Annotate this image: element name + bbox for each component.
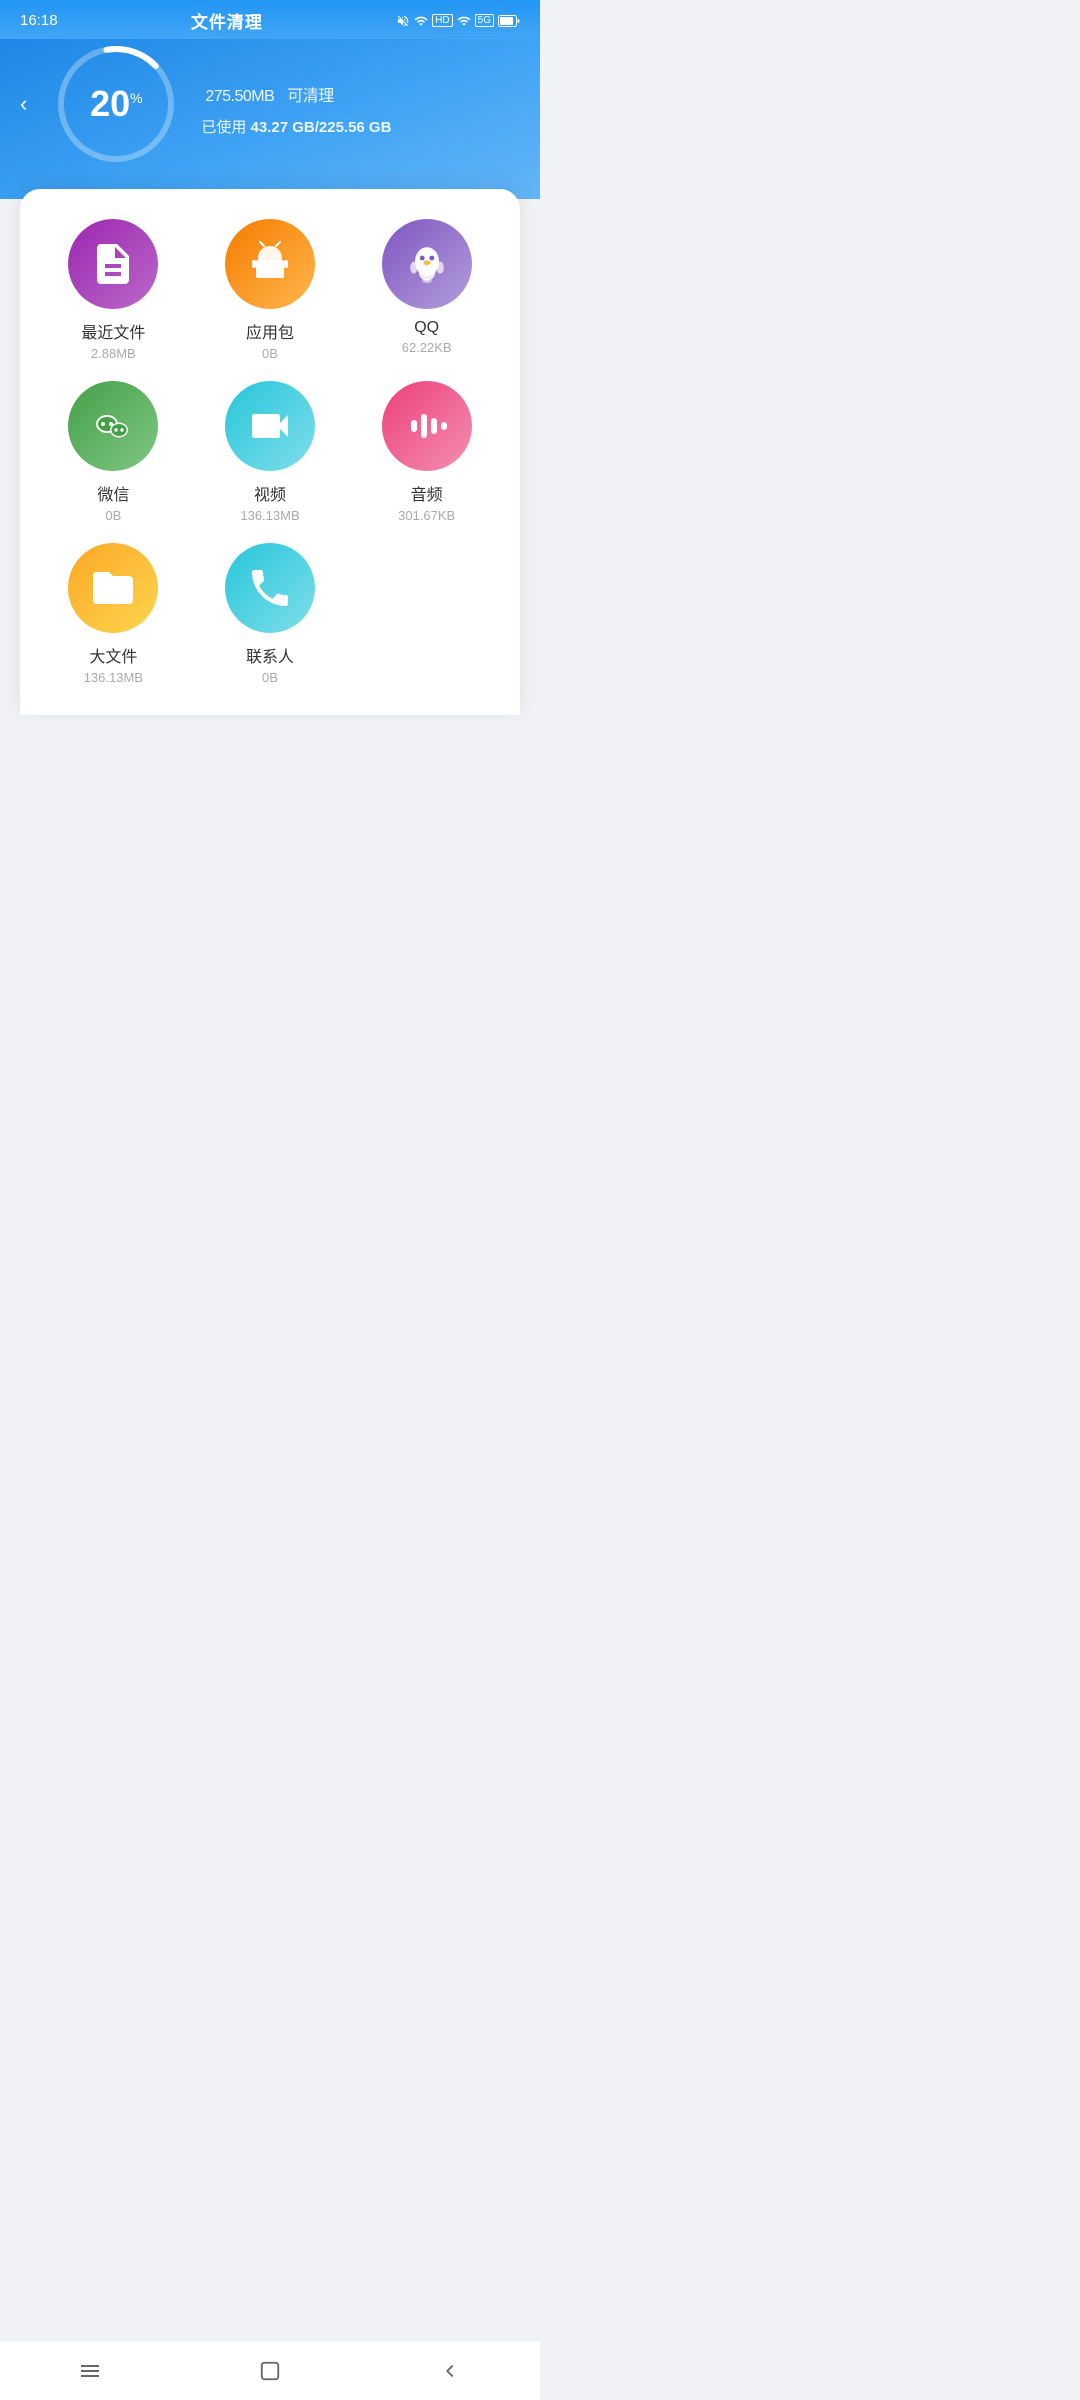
status-time: 16:18 [20,12,58,29]
circle-text: 20% [90,86,143,122]
back-button[interactable]: ‹ [20,91,27,117]
video-icon-circle [225,381,315,471]
grid-item-wechat[interactable]: 微信 0B [40,381,187,523]
back-nav-icon [439,2360,461,2382]
recent-label: 最近文件 [81,319,145,343]
apk-size: 0B [262,346,278,361]
grid-item-contact[interactable]: 联系人 0B [197,543,344,685]
apk-label: 应用包 [246,319,294,343]
bottom-nav [0,2340,540,2400]
file-grid: 最近文件 2.88MB APK 应用包 0B QQ 62.22KB [40,219,500,685]
wechat-size: 0B [105,508,121,523]
video-label: 视频 [254,481,286,505]
video-size: 136.13MB [240,508,299,523]
home-icon [259,2360,281,2382]
menu-icon [78,2359,102,2383]
qq-size: 62.22KB [402,340,452,355]
contact-label: 联系人 [246,643,294,667]
header: ‹ 20% 275.50MB 可清理 已使用 43.27 GB/225.56 G… [0,39,540,199]
contact-icon-circle [225,543,315,633]
storage-circle: 20% [51,39,181,169]
storage-used: 已使用 43.27 GB/225.56 GB [201,116,520,137]
grid-item-video[interactable]: 视频 136.13MB [197,381,344,523]
percent-value: 20% [90,86,143,122]
grid-item-recent[interactable]: 最近文件 2.88MB [40,219,187,361]
main-card: 最近文件 2.88MB APK 应用包 0B QQ 62.22KB [20,189,520,715]
mute-icon [396,14,410,28]
back-nav-button[interactable] [420,2351,480,2391]
wechat-label: 微信 [97,481,129,505]
battery-icon [498,15,520,27]
audio-label: 音频 [411,481,443,505]
apk-icon-circle: APK [225,219,315,309]
bigfile-size: 136.13MB [84,670,143,685]
wechat-icon-circle [68,381,158,471]
menu-button[interactable] [60,2351,120,2391]
status-icons: HD 5G [396,14,520,28]
home-button[interactable] [240,2351,300,2391]
recent-icon-circle [68,219,158,309]
audio-size: 301.67KB [398,508,455,523]
page-title: 文件清理 [191,8,263,33]
recent-size: 2.88MB [91,346,136,361]
grid-item-audio[interactable]: 音频 301.67KB [353,381,500,523]
grid-item-qq[interactable]: QQ 62.22KB [353,219,500,361]
contact-size: 0B [262,670,278,685]
status-bar: 16:18 文件清理 HD 5G [0,0,540,39]
bigfile-label: 大文件 [89,643,137,667]
storage-info: 275.50MB 可清理 已使用 43.27 GB/225.56 GB [201,71,520,137]
5g-badge: 5G [475,14,494,27]
cleanable-size: 275.50MB 可清理 [201,71,520,110]
hd-badge: HD [432,14,452,27]
qq-label: QQ [414,319,439,337]
wifi-icon [414,14,428,28]
qq-icon-circle [382,219,472,309]
grid-item-apk[interactable]: APK 应用包 0B [197,219,344,361]
bigfile-icon-circle [68,543,158,633]
grid-item-bigfile[interactable]: 大文件 136.13MB [40,543,187,685]
bottom-area [0,715,540,915]
signal-icon [457,14,471,28]
audio-icon-circle [382,381,472,471]
svg-text:APK: APK [263,269,278,276]
